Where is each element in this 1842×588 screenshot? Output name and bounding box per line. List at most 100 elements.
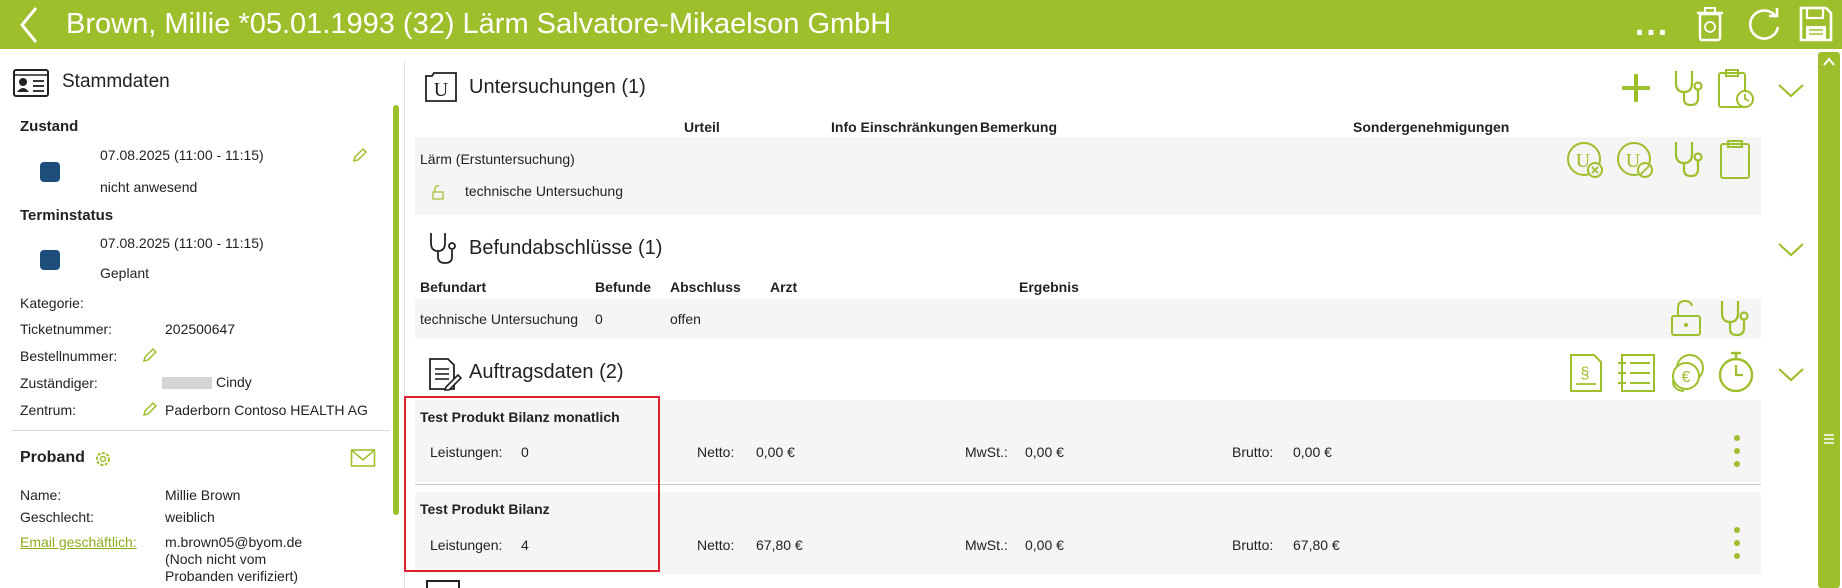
netto-value: 67,80 € bbox=[756, 537, 803, 553]
mwst-value: 0,00 € bbox=[1025, 444, 1064, 460]
zustand-status-indicator bbox=[40, 162, 60, 182]
mail-icon[interactable] bbox=[350, 448, 376, 468]
document-icon bbox=[429, 358, 462, 391]
ticketnummer-value: 202500647 bbox=[165, 321, 236, 337]
mwst-label: MwSt.: bbox=[965, 444, 1008, 460]
befund-title: Befundabschlüsse (1) bbox=[469, 237, 663, 259]
scroll-up-icon bbox=[1823, 57, 1835, 66]
zustaendiger-label: Zuständiger: bbox=[20, 375, 98, 391]
title-bar: Brown, Millie *05.01.1993 (32) Lärm Salv… bbox=[0, 0, 1842, 49]
chevron-down-icon[interactable] bbox=[1776, 239, 1806, 259]
mwst-label: MwSt.: bbox=[965, 537, 1008, 553]
netto-value: 0,00 € bbox=[756, 444, 795, 460]
befunde-cell: 0 bbox=[595, 311, 603, 327]
column-header: Arzt bbox=[770, 279, 798, 295]
coins-euro-icon[interactable]: € bbox=[1666, 352, 1708, 394]
zustaendiger-value: Cindy bbox=[216, 374, 252, 390]
clipboard-icon[interactable] bbox=[1718, 139, 1752, 181]
pencil-icon[interactable] bbox=[352, 147, 368, 163]
bestellnummer-label: Bestellnummer: bbox=[20, 348, 118, 364]
divider bbox=[12, 430, 390, 431]
chevron-down-icon[interactable] bbox=[1776, 364, 1806, 384]
netto-label: Netto: bbox=[697, 444, 735, 460]
terminstatus-label: Terminstatus bbox=[20, 207, 114, 224]
more-button[interactable]: ... bbox=[1632, 4, 1672, 44]
stethoscope-icon[interactable] bbox=[1716, 298, 1752, 338]
brutto-label: Brutto: bbox=[1232, 444, 1274, 460]
stammdaten-title: Stammdaten bbox=[62, 71, 170, 92]
more-icon: ... bbox=[1634, 5, 1670, 43]
kebab-icon[interactable] bbox=[1729, 524, 1745, 564]
stopwatch-icon[interactable] bbox=[1716, 350, 1756, 394]
back-button[interactable] bbox=[10, 6, 48, 44]
column-header: Befundart bbox=[420, 279, 487, 295]
email-value: m.brown05@byom.de bbox=[165, 534, 303, 550]
terminstatus-status: Geplant bbox=[100, 265, 150, 281]
section-icon bbox=[426, 580, 460, 588]
netto-label: Netto: bbox=[697, 537, 735, 553]
chevron-down-icon[interactable] bbox=[1776, 80, 1806, 100]
ticketnummer-label: Ticketnummer: bbox=[20, 321, 113, 337]
pencil-icon[interactable] bbox=[142, 401, 158, 417]
back-arrow-icon bbox=[20, 7, 38, 43]
refresh-button[interactable] bbox=[1744, 4, 1784, 44]
name-value: Millie Brown bbox=[165, 487, 241, 503]
geschlecht-value: weiblich bbox=[165, 509, 215, 525]
svg-text:§: § bbox=[1581, 365, 1590, 382]
list-icon[interactable] bbox=[1616, 352, 1658, 394]
exam-block-icon[interactable]: U bbox=[1616, 139, 1656, 181]
brutto-label: Brutto: bbox=[1232, 537, 1274, 553]
plus-icon[interactable] bbox=[1620, 72, 1652, 104]
terminstatus-date: 07.08.2025 (11:00 - 11:15) bbox=[100, 235, 264, 251]
column-header: Befunde bbox=[595, 279, 651, 295]
recycle-bin-icon bbox=[1697, 7, 1723, 42]
brutto-value: 0,00 € bbox=[1293, 444, 1332, 460]
refresh-icon bbox=[1748, 8, 1780, 40]
brutto-value: 67,80 € bbox=[1293, 537, 1340, 553]
id-card-icon bbox=[13, 69, 49, 97]
name-label: Name: bbox=[20, 487, 62, 503]
zentrum-label: Zentrum: bbox=[20, 402, 77, 418]
table-row[interactable] bbox=[415, 137, 1761, 215]
right-scrollbar[interactable] bbox=[1818, 52, 1840, 588]
settings-icon[interactable] bbox=[94, 450, 112, 468]
save-button[interactable] bbox=[1796, 4, 1836, 44]
email-note: (Noch nicht vom bbox=[165, 551, 267, 567]
exam-u-icon: U bbox=[425, 72, 457, 102]
highlight-box bbox=[404, 396, 660, 572]
left-scrollbar[interactable] bbox=[393, 105, 399, 515]
befundart-cell: technische Untersuchung bbox=[420, 311, 578, 327]
geschlecht-label: Geschlecht: bbox=[20, 509, 94, 525]
zustand-status: nicht anwesend bbox=[100, 179, 198, 195]
unlock-icon bbox=[432, 185, 444, 200]
kebab-icon[interactable] bbox=[1729, 432, 1745, 472]
column-header: Abschluss bbox=[670, 279, 741, 295]
stethoscope-icon[interactable] bbox=[1670, 68, 1706, 108]
zentrum-value: Paderborn Contoso HEALTH AG bbox=[165, 402, 368, 418]
stethoscope-icon[interactable] bbox=[1670, 139, 1706, 179]
svg-text:U: U bbox=[434, 79, 449, 101]
save-icon bbox=[1799, 6, 1833, 42]
untersuchungen-title: Untersuchungen (1) bbox=[469, 76, 646, 98]
column-header: Ergebnis bbox=[1019, 279, 1079, 295]
avatar bbox=[162, 377, 212, 389]
exam-cancel-icon[interactable]: U bbox=[1566, 139, 1606, 181]
exam-subtitle: technische Untersuchung bbox=[465, 183, 623, 199]
terminstatus-indicator bbox=[40, 250, 60, 270]
clipboard-clock-icon[interactable] bbox=[1716, 68, 1756, 110]
delete-button[interactable] bbox=[1690, 4, 1730, 44]
table-row[interactable] bbox=[415, 299, 1761, 339]
paragraph-doc-icon[interactable]: § bbox=[1568, 352, 1604, 394]
email-note: Probanden verifiziert) bbox=[165, 568, 299, 584]
scroll-grip-icon bbox=[1824, 434, 1834, 444]
proband-title: Proband bbox=[20, 449, 85, 466]
unlock-icon[interactable] bbox=[1666, 298, 1706, 338]
column-header: Info Einschränkungen bbox=[831, 119, 979, 135]
stethoscope-icon bbox=[430, 233, 456, 264]
kategorie-label: Kategorie: bbox=[20, 295, 84, 311]
pencil-icon[interactable] bbox=[142, 347, 158, 363]
exam-title: Lärm (Erstuntersuchung) bbox=[420, 151, 575, 167]
column-header: Bemerkung bbox=[980, 119, 1058, 135]
email-link[interactable]: Email geschäftlich: bbox=[20, 534, 137, 550]
abschluss-cell: offen bbox=[670, 311, 701, 327]
